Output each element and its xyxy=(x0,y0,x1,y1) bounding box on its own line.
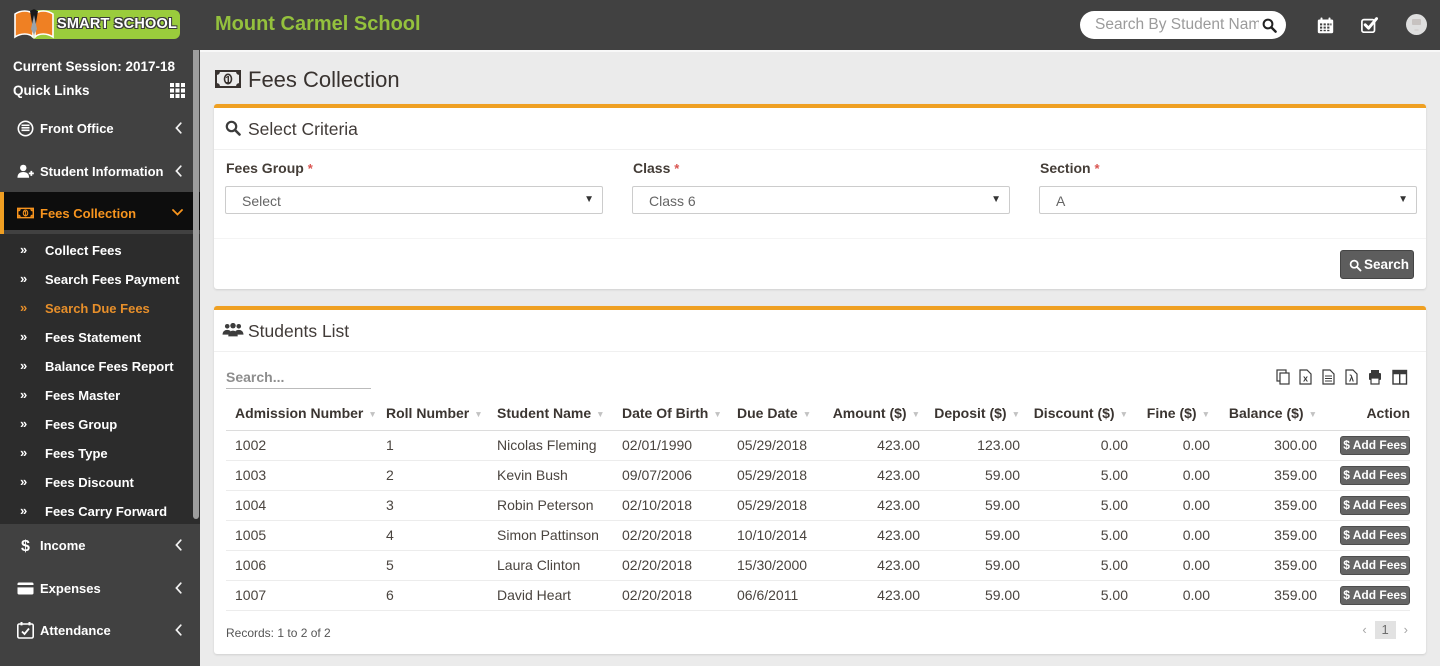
svg-text:1: 1 xyxy=(225,74,231,86)
svg-text:x: x xyxy=(1303,374,1308,384)
svg-text:$: $ xyxy=(21,538,30,554)
svg-text:1: 1 xyxy=(24,211,28,218)
svg-text:λ: λ xyxy=(1349,374,1354,384)
